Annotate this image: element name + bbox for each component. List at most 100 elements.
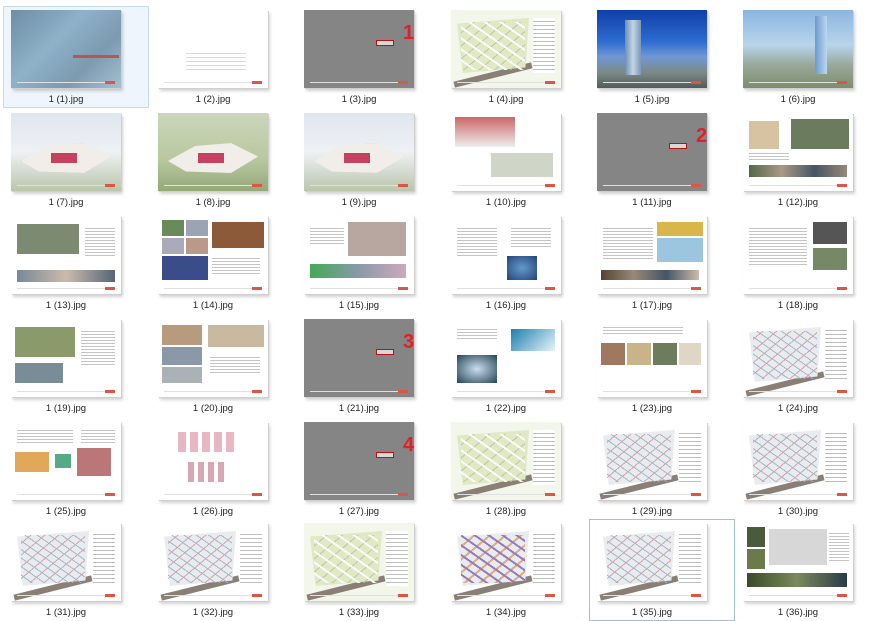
- file-thumbnail[interactable]: [743, 216, 853, 294]
- file-item[interactable]: 1 (14).jpg: [150, 212, 296, 314]
- file-thumbnail[interactable]: 1: [304, 10, 414, 88]
- file-thumbnail[interactable]: 3: [304, 319, 414, 397]
- thumbnail-photo: [657, 222, 703, 236]
- file-name-label: 1 (30).jpg: [777, 506, 819, 517]
- file-item[interactable]: 1 (31).jpg: [3, 519, 149, 621]
- file-item[interactable]: 1 (33).jpg: [296, 519, 442, 621]
- page-footer-line: [457, 493, 555, 496]
- file-item[interactable]: 1 (32).jpg: [150, 519, 296, 621]
- file-thumbnail[interactable]: [11, 319, 121, 397]
- file-thumbnail[interactable]: 2: [597, 113, 707, 191]
- file-thumbnail[interactable]: [451, 319, 561, 397]
- file-item[interactable]: 1 (28).jpg: [443, 418, 589, 520]
- file-item[interactable]: 1 (30).jpg: [735, 418, 880, 520]
- file-thumbnail[interactable]: [743, 523, 853, 601]
- section-number: 1: [403, 22, 414, 44]
- thumbnail-photo: [186, 238, 208, 254]
- file-thumbnail[interactable]: [158, 523, 268, 601]
- file-item[interactable]: 1 (24).jpg: [735, 315, 880, 417]
- file-item[interactable]: 1 (35).jpg: [589, 519, 735, 621]
- file-item[interactable]: 1 (16).jpg: [443, 212, 589, 314]
- file-thumbnail[interactable]: [304, 113, 414, 191]
- file-item[interactable]: 1 (5).jpg: [589, 6, 735, 108]
- page-footer-line: [164, 493, 262, 496]
- file-item[interactable]: 1 (8).jpg: [150, 109, 296, 211]
- file-thumbnail[interactable]: [304, 216, 414, 294]
- section-number: 3: [403, 331, 414, 353]
- file-item[interactable]: 1 (20).jpg: [150, 315, 296, 417]
- file-thumbnail[interactable]: 4: [304, 422, 414, 500]
- site-plan-network: [21, 535, 85, 583]
- file-thumbnail[interactable]: [597, 10, 707, 88]
- file-thumbnail[interactable]: [743, 113, 853, 191]
- file-thumbnail[interactable]: [158, 319, 268, 397]
- file-item[interactable]: 1 (7).jpg: [3, 109, 149, 211]
- file-thumbnail[interactable]: [597, 422, 707, 500]
- thumbnail-photo: [178, 432, 238, 452]
- file-thumbnail[interactable]: [451, 216, 561, 294]
- file-thumbnail[interactable]: [451, 113, 561, 191]
- file-item[interactable]: 1 (29).jpg: [589, 418, 735, 520]
- file-name-label: 1 (21).jpg: [338, 403, 380, 414]
- file-item[interactable]: 1 (22).jpg: [443, 315, 589, 417]
- page-footer-line: [17, 390, 115, 393]
- file-item[interactable]: 1 (10).jpg: [443, 109, 589, 211]
- file-item[interactable]: 1 (1).jpg: [3, 6, 149, 108]
- file-thumbnail[interactable]: [11, 10, 121, 88]
- file-thumbnail[interactable]: [11, 216, 121, 294]
- file-thumbnail[interactable]: [304, 523, 414, 601]
- file-item[interactable]: 1 (13).jpg: [3, 212, 149, 314]
- file-thumbnail[interactable]: [158, 10, 268, 88]
- thumbnail-text-block: [17, 428, 73, 444]
- file-thumbnail[interactable]: [743, 422, 853, 500]
- file-thumbnail[interactable]: [451, 422, 561, 500]
- file-item[interactable]: 4 1 (27).jpg: [296, 418, 442, 520]
- plan-legend: [679, 430, 701, 485]
- thumbnail-photo: [769, 529, 827, 565]
- file-thumbnail[interactable]: [597, 216, 707, 294]
- file-item[interactable]: 1 (36).jpg: [735, 519, 880, 621]
- file-thumbnail[interactable]: [743, 10, 853, 88]
- file-thumbnail[interactable]: [743, 319, 853, 397]
- file-item[interactable]: 1 (34).jpg: [443, 519, 589, 621]
- file-item[interactable]: 1 (12).jpg: [735, 109, 880, 211]
- file-item[interactable]: 1 (18).jpg: [735, 212, 880, 314]
- file-thumbnail[interactable]: [11, 113, 121, 191]
- file-item[interactable]: 1 (23).jpg: [589, 315, 735, 417]
- file-thumbnail[interactable]: [158, 113, 268, 191]
- file-item[interactable]: 1 (25).jpg: [3, 418, 149, 520]
- section-number: 2: [696, 125, 707, 147]
- page-footer-line: [164, 184, 262, 187]
- file-thumbnail[interactable]: [597, 523, 707, 601]
- section-number: 4: [403, 434, 414, 456]
- thumbnail-photo: [15, 327, 75, 357]
- file-item[interactable]: 1 (9).jpg: [296, 109, 442, 211]
- file-thumbnail[interactable]: [158, 422, 268, 500]
- file-thumbnail[interactable]: [158, 216, 268, 294]
- file-item[interactable]: 1 1 (3).jpg: [296, 6, 442, 108]
- file-item[interactable]: 2 1 (11).jpg: [589, 109, 735, 211]
- thumbnail-photo: [162, 367, 202, 383]
- file-item[interactable]: 1 (17).jpg: [589, 212, 735, 314]
- thumbnail-photo: [162, 220, 184, 236]
- file-thumbnail[interactable]: [597, 319, 707, 397]
- file-name-label: 1 (31).jpg: [45, 607, 87, 618]
- file-item[interactable]: 1 (26).jpg: [150, 418, 296, 520]
- thumbnail-photo: [15, 363, 63, 383]
- file-thumbnail[interactable]: [11, 422, 121, 500]
- file-item[interactable]: 1 (6).jpg: [735, 6, 880, 108]
- thumbnail-photo: [15, 452, 49, 472]
- file-item[interactable]: 1 (19).jpg: [3, 315, 149, 417]
- file-name-label: 1 (12).jpg: [777, 197, 819, 208]
- thumbnail-photo: [813, 248, 847, 270]
- page-footer-line: [17, 184, 115, 187]
- file-thumbnail[interactable]: [451, 10, 561, 88]
- file-item[interactable]: 1 (4).jpg: [443, 6, 589, 108]
- page-footer-line: [310, 493, 408, 496]
- file-thumbnail[interactable]: [451, 523, 561, 601]
- file-item[interactable]: 1 (15).jpg: [296, 212, 442, 314]
- file-item[interactable]: 3 1 (21).jpg: [296, 315, 442, 417]
- file-item[interactable]: 1 (2).jpg: [150, 6, 296, 108]
- file-thumbnail[interactable]: [11, 523, 121, 601]
- building-accent: [51, 153, 77, 163]
